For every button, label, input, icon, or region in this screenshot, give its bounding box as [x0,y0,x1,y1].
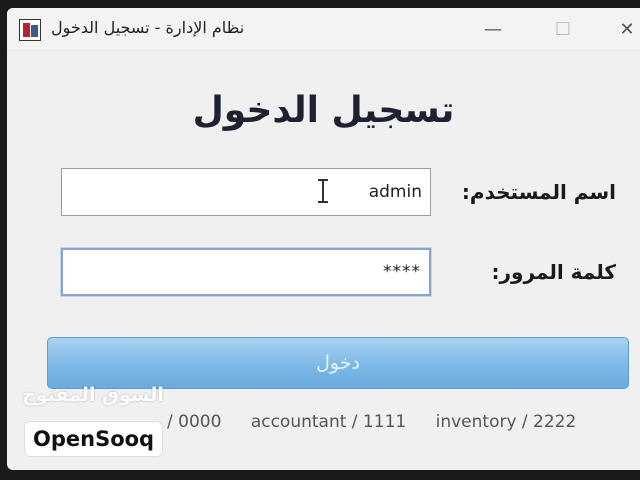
minimize-button[interactable]: — [473,16,513,42]
username-label: اسم المستخدم: [461,180,616,204]
window-title: نظام الإدارة - تسجيل الدخول [51,18,245,37]
username-field[interactable] [61,168,431,216]
maximize-button[interactable]: ☐ [543,16,583,42]
password-label: كلمة المرور: [491,260,616,284]
title-bar[interactable]: نظام الإدارة - تسجيل الدخول — ☐ ✕ [7,8,640,51]
text-cursor-icon [318,179,330,203]
password-field[interactable] [61,248,431,296]
login-button[interactable]: دخول [47,337,629,389]
page-title: تسجيل الدخول [192,90,455,131]
hint-admin: / 0000 [167,412,222,432]
credential-hints: / 0000 accountant / 1111 inventory / 222… [167,412,600,432]
hint-inventory: inventory / 2222 [435,412,577,432]
opensooq-logo: OpenSooq [24,421,164,457]
watermark-arabic: السوق المفتوح [22,384,164,406]
app-icon [19,19,41,41]
close-button[interactable]: ✕ [607,16,640,42]
hint-accountant: accountant / 1111 [250,412,407,432]
